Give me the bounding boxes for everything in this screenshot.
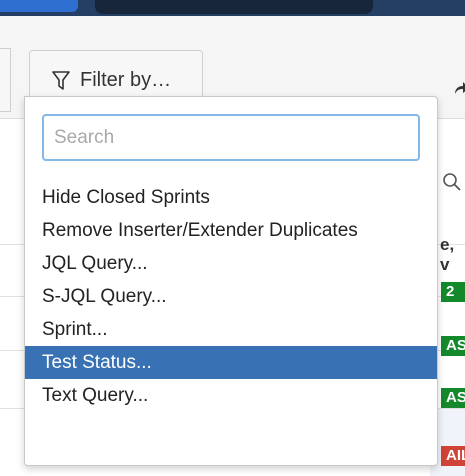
magnifier-icon[interactable] — [442, 172, 462, 197]
menu-item-test-status[interactable]: Test Status... — [25, 346, 437, 379]
share-arrow-icon[interactable] — [453, 80, 465, 101]
nav-tab-active[interactable] — [0, 0, 78, 12]
filter-search-input[interactable] — [42, 114, 420, 161]
status-badge-fail: AIL — [441, 446, 465, 466]
toolbar-left-button[interactable] — [0, 48, 11, 112]
top-nav-bar — [0, 0, 465, 16]
funnel-icon — [52, 70, 70, 90]
menu-item-sprint[interactable]: Sprint... — [25, 313, 437, 346]
menu-item-s-jql-query[interactable]: S-JQL Query... — [25, 280, 437, 313]
count-badge: 2 — [441, 282, 465, 302]
filter-by-label: Filter by… — [80, 69, 172, 91]
nav-search-area[interactable] — [95, 0, 373, 14]
menu-item-jql-query[interactable]: JQL Query... — [25, 247, 437, 280]
status-badge-pass: ASS — [441, 336, 465, 356]
status-badge-pass: ASS — [441, 388, 465, 408]
menu-item-text-query[interactable]: Text Query... — [25, 379, 437, 412]
filter-options-list: Hide Closed Sprints Remove Inserter/Exte… — [25, 181, 437, 412]
column-header-fragment: e, v — [440, 235, 455, 274]
filter-dropdown-menu: Hide Closed Sprints Remove Inserter/Exte… — [24, 96, 438, 466]
menu-item-remove-duplicates[interactable]: Remove Inserter/Extender Duplicates — [25, 214, 437, 247]
menu-item-hide-closed-sprints[interactable]: Hide Closed Sprints — [25, 181, 437, 214]
